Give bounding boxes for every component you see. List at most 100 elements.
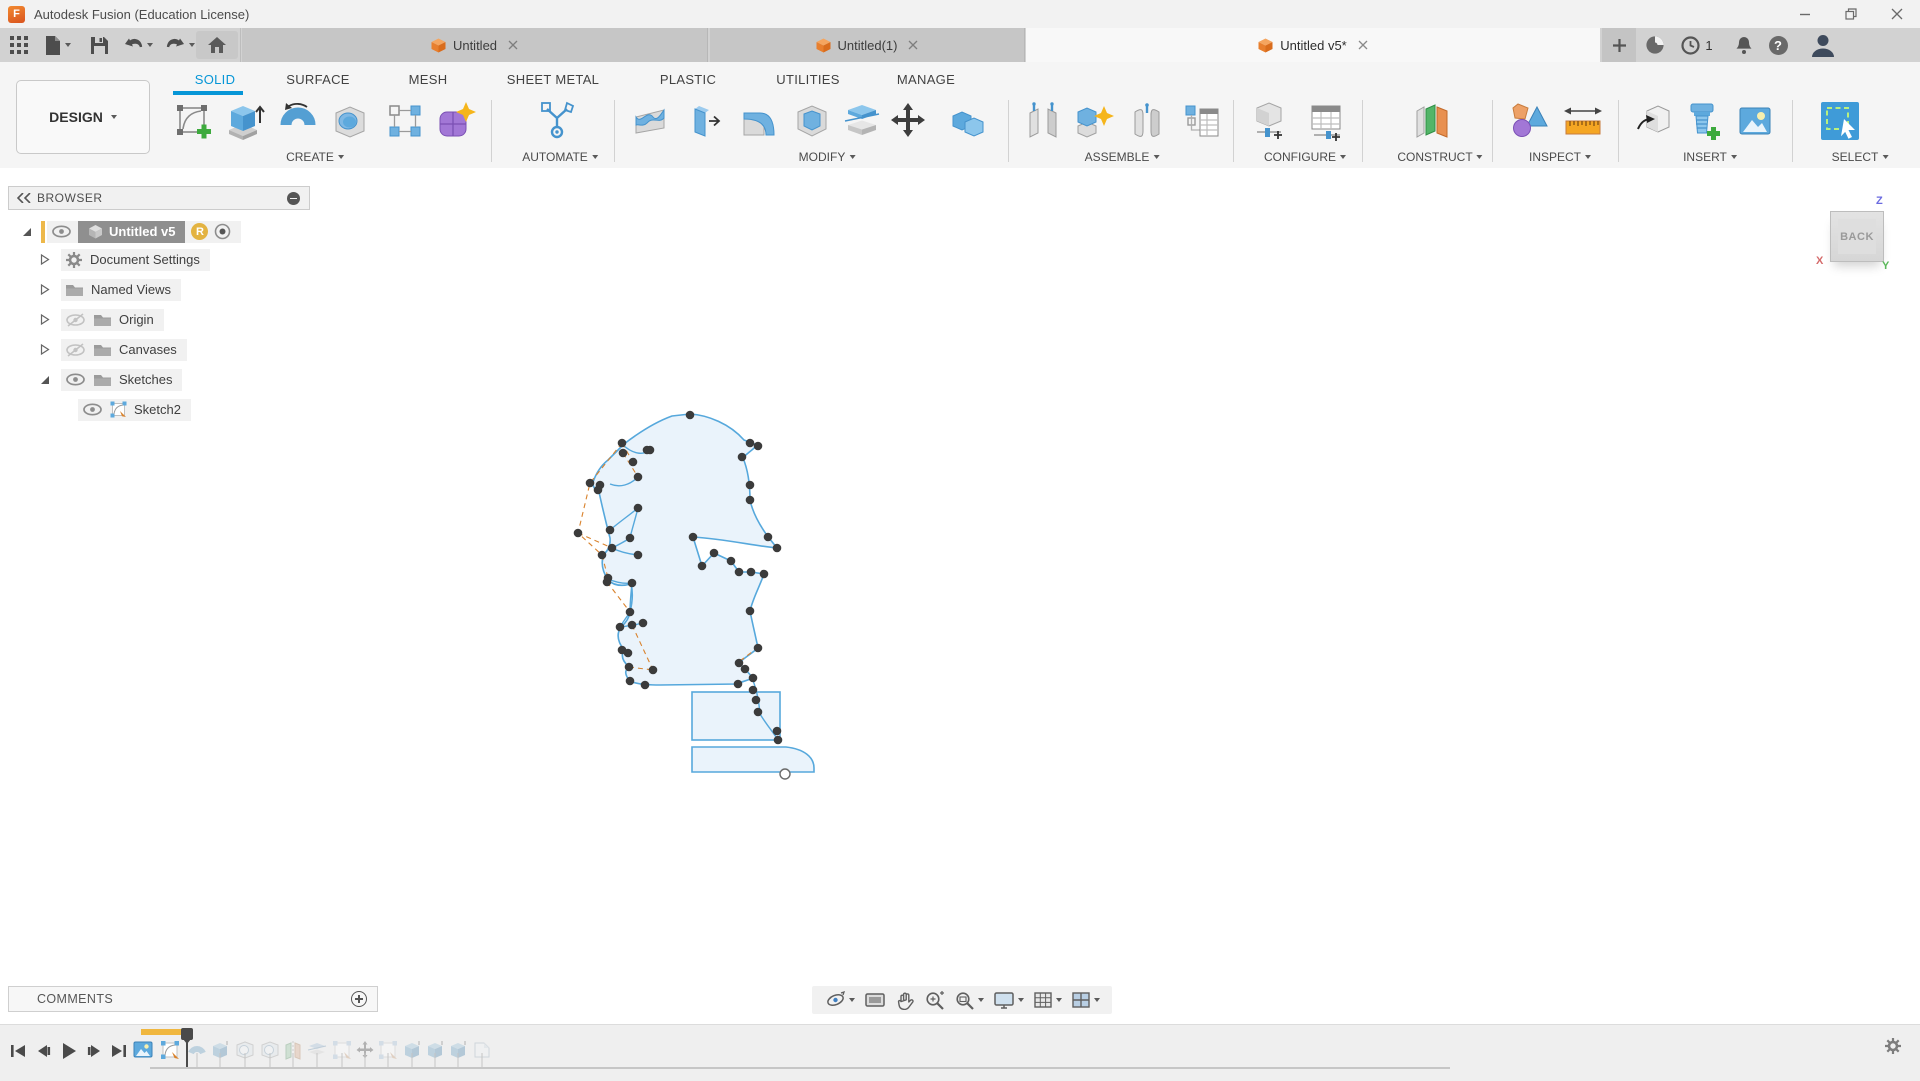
timeline-track[interactable] [150, 1067, 1450, 1069]
browser-row-document-settings[interactable]: Document Settings [38, 248, 210, 271]
rectangular-pattern-button[interactable] [382, 98, 428, 144]
measure-button[interactable] [1507, 98, 1553, 144]
timeline-play-button[interactable] [56, 1039, 82, 1063]
ribbon-tab-surface[interactable]: SURFACE [286, 72, 350, 87]
expanded-node-icon[interactable] [38, 373, 51, 386]
insert-derive-button[interactable] [1632, 98, 1678, 144]
extrude-button[interactable] [222, 98, 268, 144]
joint-button[interactable] [1020, 98, 1066, 144]
inspect-group-dropdown[interactable]: INSPECT [1529, 150, 1591, 164]
ribbon-tab-manage[interactable]: MANAGE [897, 72, 955, 87]
timeline-step-back-button[interactable] [31, 1039, 57, 1063]
dimension-button[interactable] [1560, 98, 1606, 144]
tab-close-icon[interactable] [908, 40, 918, 50]
pan-button[interactable] [895, 990, 915, 1010]
file-menu-button[interactable] [42, 31, 74, 59]
revolve-button[interactable] [275, 98, 321, 144]
help-button[interactable]: ? [1764, 28, 1792, 62]
doc-tab-untitled-1[interactable]: Untitled(1) [710, 28, 1025, 62]
timeline-step-forward-button[interactable] [81, 1039, 107, 1063]
shell-button[interactable] [789, 98, 835, 144]
account-avatar[interactable] [1804, 28, 1842, 62]
combine-button[interactable] [945, 98, 991, 144]
timeline-feature-canvas[interactable] [131, 1038, 155, 1062]
visibility-off-eye-icon[interactable] [65, 343, 86, 357]
comments-panel[interactable]: COMMENTS [8, 986, 378, 1012]
assemble-group-dropdown[interactable]: ASSEMBLE [1085, 150, 1160, 164]
split-body-button[interactable] [839, 98, 885, 144]
select-button[interactable] [1817, 98, 1863, 144]
doc-tab-untitled-v5[interactable]: Untitled v5* [1026, 28, 1600, 62]
create-sketch-button[interactable] [170, 98, 216, 144]
construct-plane-button[interactable] [1408, 98, 1454, 144]
tab-close-icon[interactable] [1358, 40, 1368, 50]
zoom-button[interactable] [924, 990, 945, 1011]
browser-collapse-icon[interactable] [287, 192, 300, 205]
grid-snap-button[interactable] [1033, 991, 1062, 1009]
create-form-button[interactable] [432, 98, 478, 144]
insert-group-dropdown[interactable]: INSERT [1683, 150, 1737, 164]
visibility-eye-icon[interactable] [51, 225, 72, 238]
visibility-off-eye-icon[interactable] [65, 313, 86, 327]
zoom-window-button[interactable] [954, 990, 984, 1011]
joint-origin-button[interactable] [1124, 98, 1170, 144]
minimize-button[interactable] [1782, 0, 1828, 28]
fillet-button[interactable] [735, 98, 781, 144]
visibility-eye-icon[interactable] [82, 403, 103, 416]
job-status-button[interactable]: 1 [1676, 28, 1718, 62]
look-at-button[interactable] [864, 991, 886, 1009]
create-group-dropdown[interactable]: CREATE [286, 150, 344, 164]
app-grid-button[interactable] [6, 31, 32, 59]
timeline-go-to-end-button[interactable] [106, 1039, 132, 1063]
configuration-table-button[interactable] [1304, 98, 1350, 144]
timeline-go-to-start-button[interactable] [4, 1039, 30, 1063]
ribbon-tab-utilities[interactable]: UTILITIES [776, 72, 839, 87]
view-cube-face[interactable]: BACK [1838, 219, 1876, 254]
activate-component-icon[interactable] [214, 223, 231, 240]
browser-row-named-views[interactable]: Named Views [38, 278, 181, 301]
notifications-button[interactable] [1730, 28, 1758, 62]
timeline-settings-button[interactable] [1884, 1037, 1902, 1055]
new-component-button[interactable] [1071, 98, 1117, 144]
collapsed-node-icon[interactable] [38, 253, 51, 266]
tab-close-icon[interactable] [508, 40, 518, 50]
workspace-selector[interactable]: DESIGN [16, 80, 150, 154]
collapsed-node-icon[interactable] [38, 343, 51, 356]
new-tab-button[interactable] [1602, 28, 1636, 62]
timeline-rollback-marker[interactable] [141, 1029, 184, 1035]
configure-button[interactable] [1246, 98, 1292, 144]
browser-row-origin[interactable]: Origin [38, 308, 164, 331]
close-button[interactable] [1874, 0, 1920, 28]
redo-button[interactable] [162, 31, 198, 59]
press-pull-button[interactable] [627, 98, 673, 144]
unconstrained-point[interactable] [780, 769, 790, 779]
browser-row-sketch2[interactable]: Sketch2 [78, 398, 191, 421]
reserved-badge[interactable]: R [191, 223, 208, 240]
restore-button[interactable] [1828, 0, 1874, 28]
modify-group-dropdown[interactable]: MODIFY [799, 150, 856, 164]
save-button[interactable] [88, 31, 110, 59]
expanded-node-icon[interactable] [20, 225, 33, 238]
collapsed-node-icon[interactable] [38, 283, 51, 296]
configure-group-dropdown[interactable]: CONFIGURE [1264, 150, 1346, 164]
doc-tab-untitled[interactable]: Untitled [242, 28, 708, 62]
view-cube[interactable]: BACK [1830, 211, 1884, 262]
browser-root-row[interactable]: Untitled v5 R [20, 220, 241, 243]
timeline-feature-sketch2[interactable] [158, 1038, 182, 1062]
move-copy-button[interactable] [885, 98, 931, 144]
model-viewport[interactable]: BROWSER Untitled v5 R Document Settings … [0, 168, 1920, 1024]
construct-group-dropdown[interactable]: CONSTRUCT [1397, 150, 1482, 164]
hole-button[interactable] [327, 98, 373, 144]
parts-list-button[interactable] [1179, 98, 1225, 144]
browser-row-canvases[interactable]: Canvases [38, 338, 187, 361]
browser-row-sketches[interactable]: Sketches [38, 368, 182, 391]
viewports-button[interactable] [1071, 991, 1100, 1009]
home-view-button[interactable] [196, 31, 238, 59]
ribbon-tab-mesh[interactable]: MESH [409, 72, 448, 87]
undo-button[interactable] [120, 31, 156, 59]
offset-face-button[interactable] [681, 98, 727, 144]
insert-canvas-button[interactable] [1732, 98, 1778, 144]
root-component[interactable]: Untitled v5 [78, 221, 185, 243]
display-settings-button[interactable] [993, 991, 1024, 1010]
automate-button[interactable] [534, 98, 580, 144]
